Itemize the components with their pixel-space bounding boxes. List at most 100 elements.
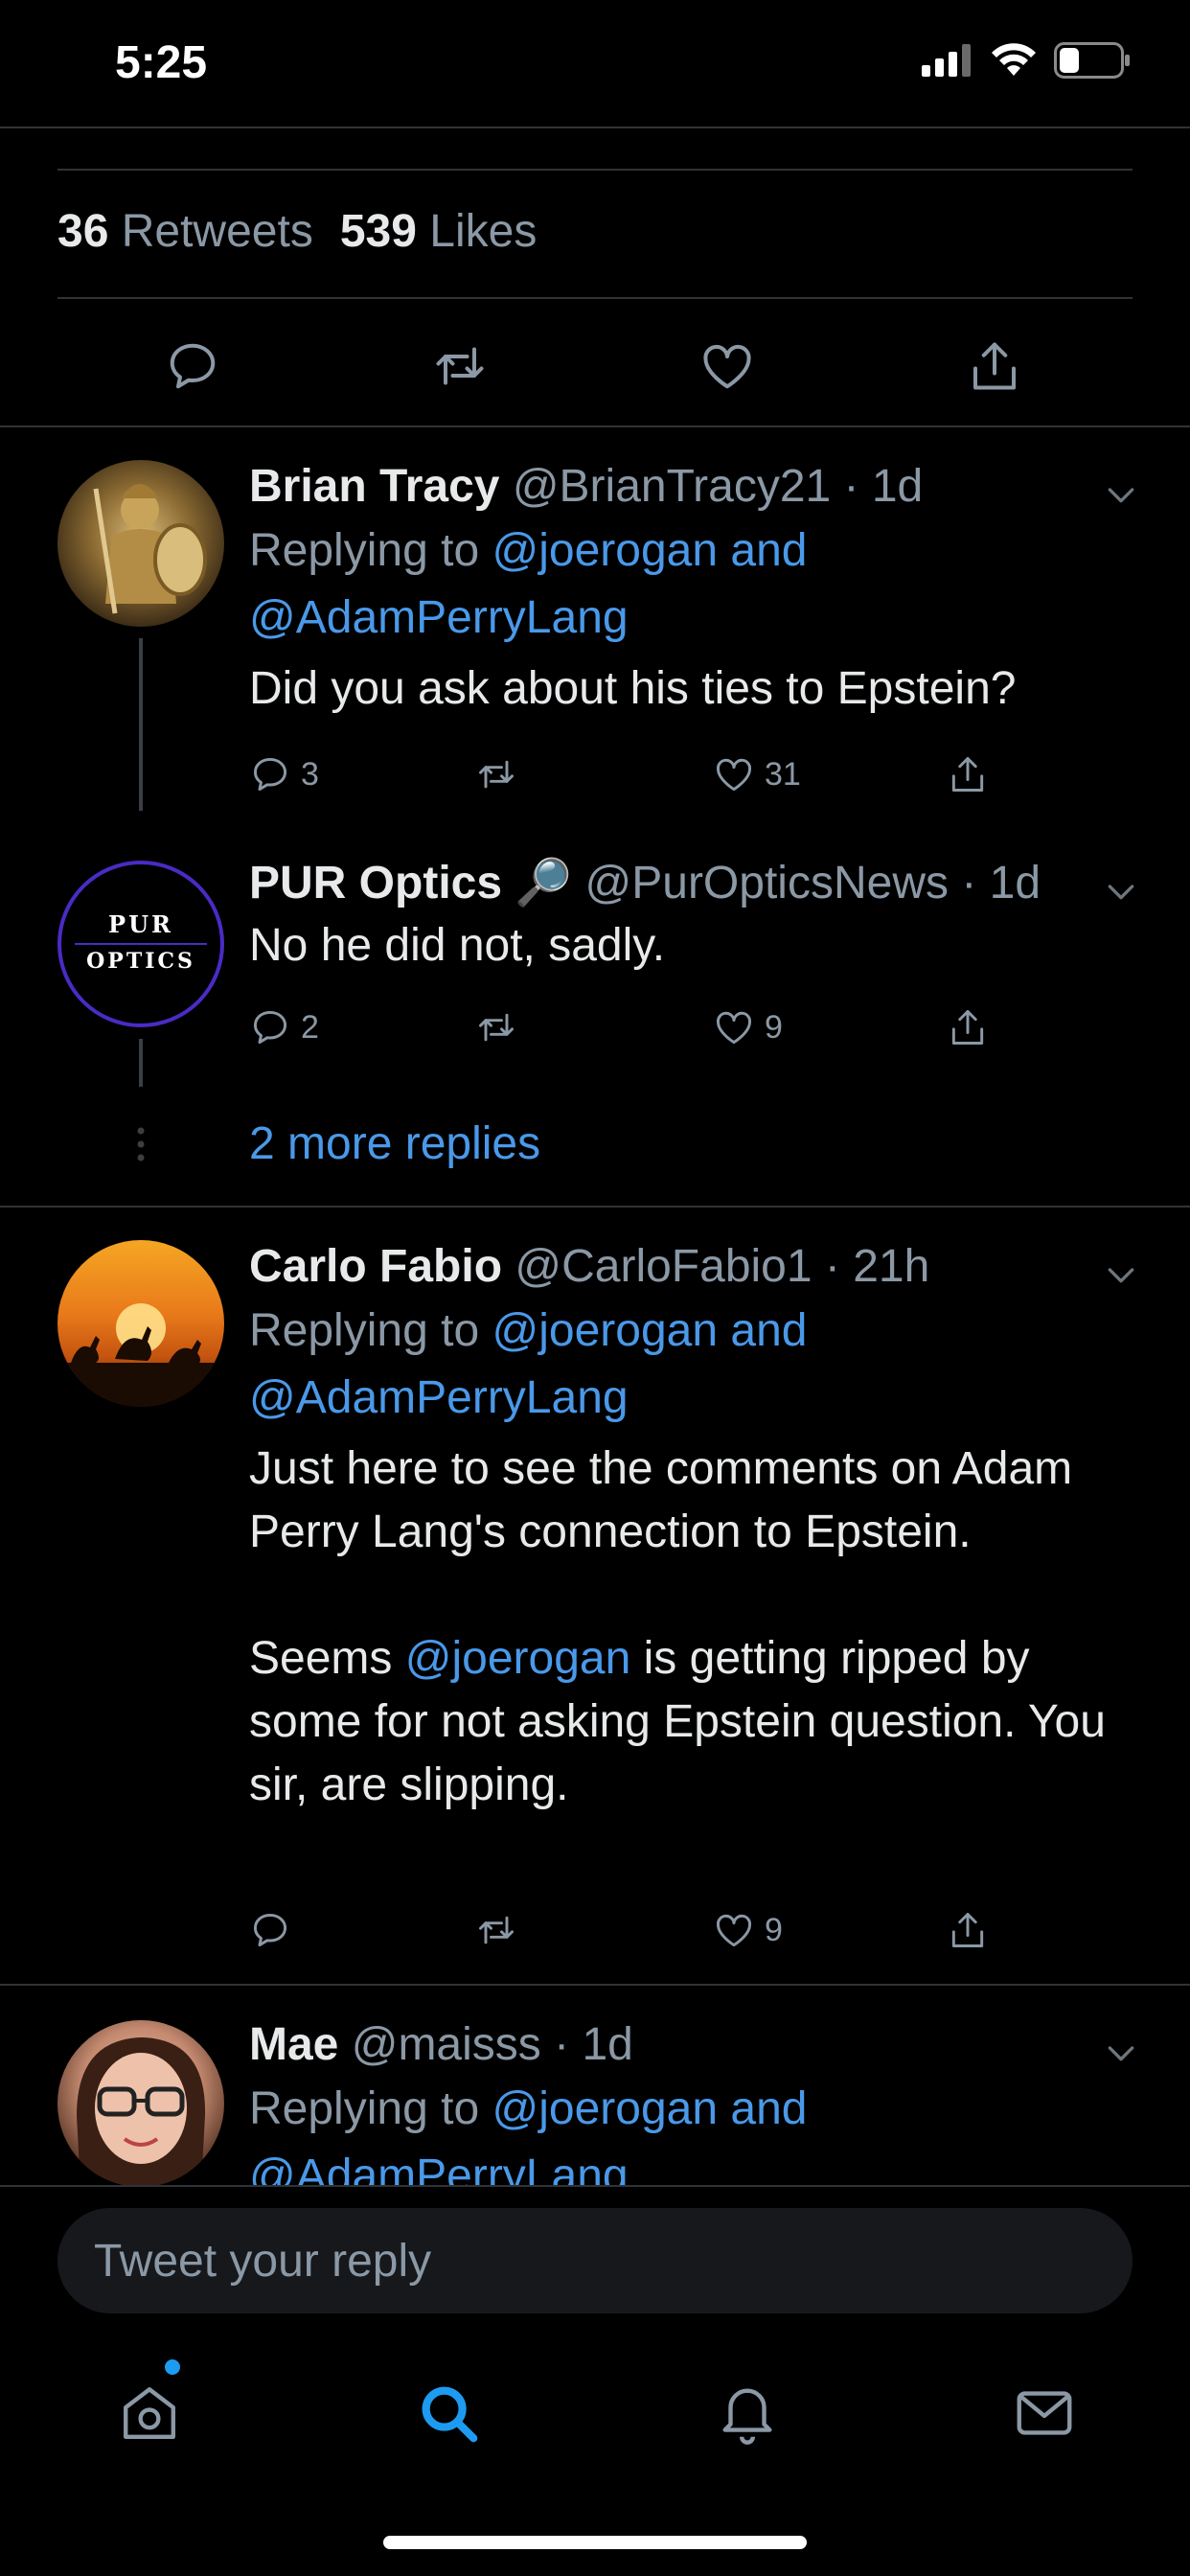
reply-tweet[interactable]: Carlo Fabio @CarloFabio1 · 21h Replying …	[0, 1206, 1190, 1982]
spartan-warrior-avatar-icon	[93, 484, 207, 614]
chevron-down-icon[interactable]	[1102, 475, 1140, 514]
reply-count: 3	[301, 755, 319, 793]
mention-link[interactable]: @joerogan and	[492, 2083, 807, 2134]
avatar[interactable]	[57, 1240, 224, 1407]
author-name[interactable]: PUR Optics	[249, 858, 502, 908]
reply-icon	[253, 757, 287, 792]
status-bar: 5:25	[0, 0, 1190, 126]
heart-icon	[717, 758, 751, 792]
avatar-logo-rule	[75, 943, 207, 945]
share-button[interactable]	[952, 324, 1037, 408]
author-name[interactable]: Carlo Fabio	[249, 1241, 502, 1292]
reply-composer[interactable]	[57, 2208, 1133, 2313]
share-icon	[973, 342, 1016, 390]
magnifier-emoji: 🔎	[515, 858, 573, 908]
like-count: 9	[765, 1008, 783, 1046]
mention-link[interactable]: @joerogan and	[492, 1305, 807, 1356]
like-button[interactable]: 9	[713, 999, 783, 1056]
retweet-icon	[479, 760, 514, 789]
home-notification-dot	[165, 2359, 180, 2375]
reply-button[interactable]	[249, 1901, 301, 1959]
retweet-button[interactable]	[473, 1901, 519, 1959]
retweet-button[interactable]	[473, 999, 519, 1056]
avatar[interactable]: PUR OPTICS	[57, 861, 224, 1027]
reply-button[interactable]	[150, 324, 235, 408]
separator-dot: ·	[831, 461, 872, 512]
reply-tweet[interactable]: Mae @maisss · 1d Replying to @joerogan a…	[0, 1984, 1190, 2185]
search-icon	[422, 2386, 478, 2443]
tweet-header: Carlo Fabio @CarloFabio1 · 21h	[249, 1236, 1133, 1298]
replying-to: Replying to @joerogan and @AdamPerryLang	[249, 525, 808, 643]
engagement-stats: 36 Retweets 539 Likes	[57, 205, 537, 258]
author-handle[interactable]: @maisss	[352, 2019, 541, 2070]
author-handle[interactable]: @BrianTracy21	[513, 461, 831, 512]
replying-to: Replying to @joerogan and @AdamPerryLang	[249, 1305, 808, 1423]
author-handle[interactable]: @PurOpticsNews	[585, 858, 949, 908]
chevron-down-icon[interactable]	[1102, 872, 1140, 910]
tweet-reply-input[interactable]	[57, 2208, 1133, 2313]
cellular-signal-icon	[922, 44, 971, 77]
retweets-stat[interactable]: 36 Retweets	[57, 206, 313, 257]
tab-notifications[interactable]	[699, 2365, 795, 2461]
reply-button[interactable]: 3	[249, 746, 319, 803]
tweet-time: 1d	[871, 461, 924, 512]
likes-stat[interactable]: 539 Likes	[340, 206, 538, 257]
heart-icon	[717, 1914, 751, 1947]
mention-link[interactable]: @joerogan	[405, 1633, 631, 1684]
like-count: 31	[765, 755, 801, 793]
tweet-header: Mae @maisss · 1d	[249, 2014, 1133, 2076]
separator-dot: ·	[812, 1241, 854, 1292]
stats-top-divider	[57, 169, 1133, 171]
reply-button[interactable]: 2	[249, 999, 319, 1056]
like-button[interactable]	[685, 324, 769, 408]
like-button[interactable]: 9	[713, 1901, 783, 1959]
chevron-down-icon[interactable]	[1102, 1255, 1140, 1294]
author-name[interactable]: Brian Tracy	[249, 461, 499, 512]
main-tweet-actions	[0, 324, 1190, 408]
retweet-icon	[479, 1916, 514, 1944]
retweet-button[interactable]	[418, 324, 502, 408]
reply-tweet[interactable]: Brian Tracy @BrianTracy21 · 1d Replying …	[0, 426, 1190, 811]
mention-link[interactable]: @joerogan and	[492, 525, 807, 576]
tweet-text-paragraph-1: Just here to see the comments on Adam Pe…	[249, 1443, 1086, 1557]
wifi-icon	[992, 43, 1036, 76]
share-button[interactable]	[947, 999, 989, 1056]
more-replies-link[interactable]: 2 more replies	[249, 1117, 540, 1170]
reply-tweet[interactable]: PUR OPTICS PUR Optics 🔎 @PurOpticsNews ·…	[0, 826, 1190, 1162]
retweet-button[interactable]	[473, 746, 519, 803]
tab-home[interactable]	[102, 2365, 197, 2461]
avatar[interactable]	[57, 2020, 224, 2185]
tweet-text: No he did not, sadly.	[249, 920, 666, 971]
tab-messages[interactable]	[996, 2365, 1092, 2461]
notifications-icon	[722, 2388, 772, 2445]
avatar[interactable]	[57, 460, 224, 627]
author-name[interactable]: Mae	[249, 2019, 338, 2070]
header-divider	[0, 126, 1190, 128]
tweet-actions: 3 31	[249, 746, 996, 803]
messages-icon	[1017, 2391, 1072, 2435]
share-button[interactable]	[947, 1901, 989, 1959]
share-icon	[951, 1913, 984, 1947]
battery-icon	[1054, 42, 1130, 79]
mention-link[interactable]: @AdamPerryLang	[249, 1372, 629, 1423]
tweet-header: PUR Optics 🔎 @PurOpticsNews · 1d	[249, 853, 1133, 914]
like-count: 9	[765, 1911, 783, 1948]
home-indicator[interactable]	[383, 2536, 807, 2549]
bottom-tab-bar	[0, 2365, 1190, 2461]
share-button[interactable]	[947, 746, 989, 803]
thread-line	[139, 638, 143, 811]
more-replies-dots-icon	[137, 1127, 145, 1162]
share-icon	[951, 1010, 984, 1045]
author-handle[interactable]: @CarloFabio1	[515, 1241, 812, 1292]
chevron-down-icon[interactable]	[1102, 2034, 1140, 2072]
reply-icon	[253, 1913, 287, 1947]
heart-icon	[703, 344, 751, 389]
tab-search[interactable]	[400, 2365, 496, 2461]
status-icons	[922, 42, 1131, 79]
like-button[interactable]: 31	[713, 746, 801, 803]
mention-link[interactable]: @AdamPerryLang	[249, 592, 629, 643]
mention-link[interactable]: @AdamPerryLang	[249, 2150, 629, 2185]
share-icon	[951, 757, 984, 792]
tweet-text-paragraph-2: Seems @joerogan is getting ripped by som…	[249, 1633, 1119, 1810]
compose-divider	[0, 2185, 1190, 2187]
